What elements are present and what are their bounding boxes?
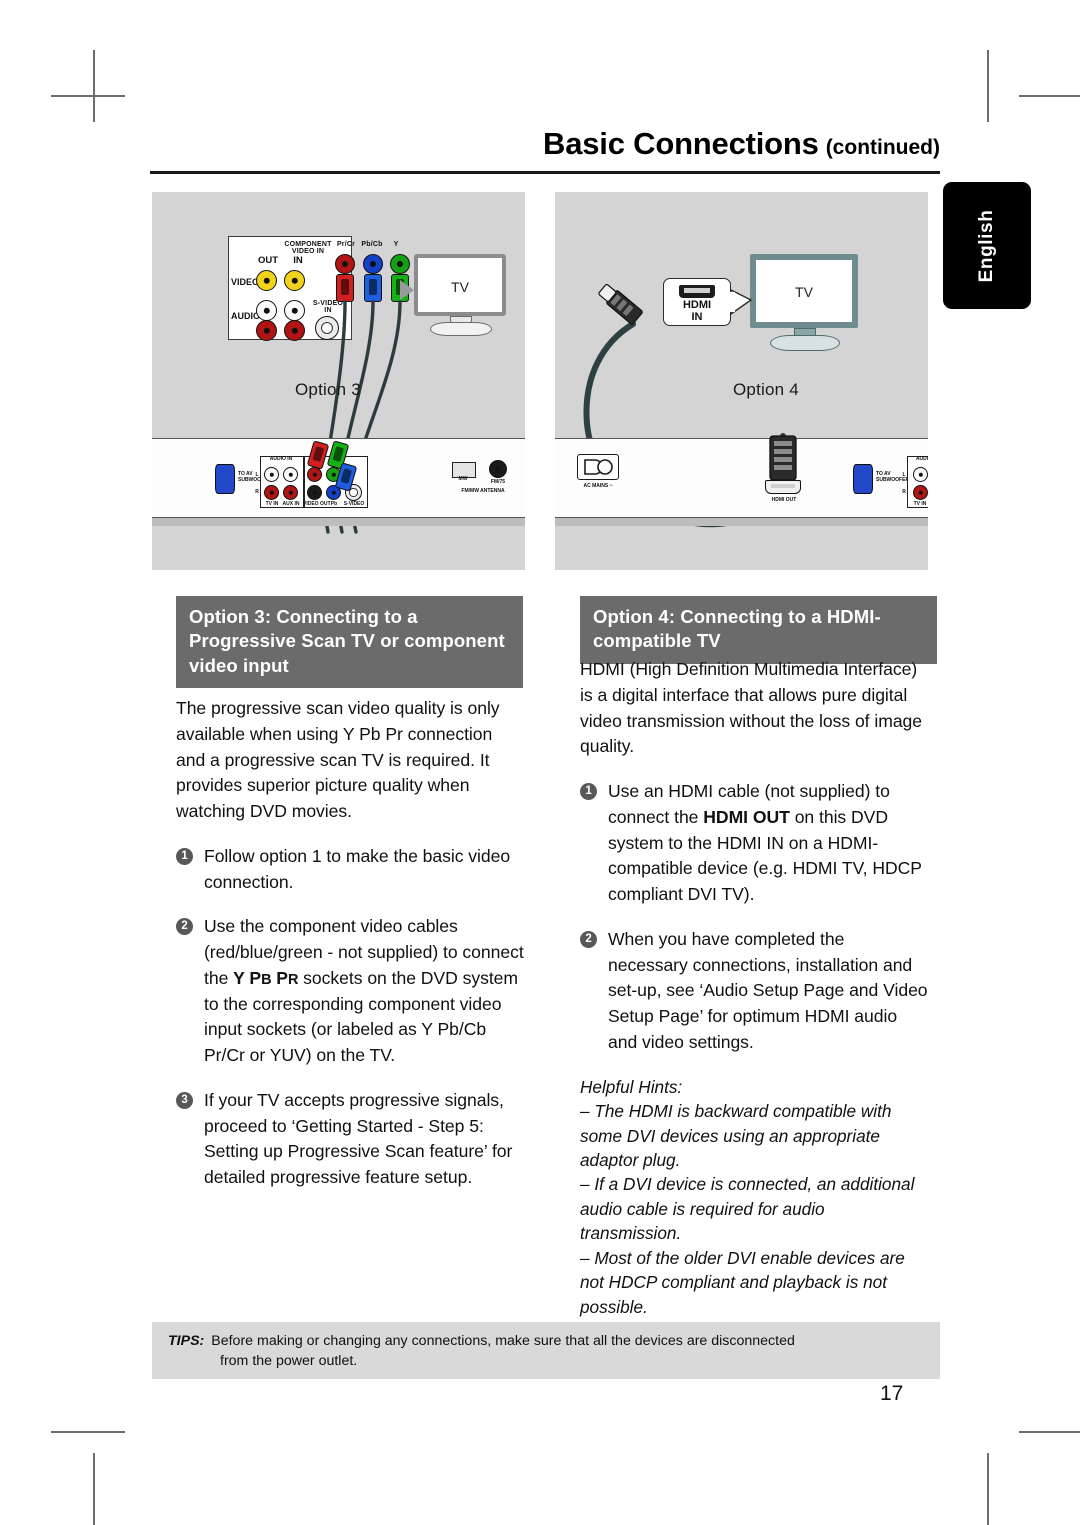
channel-r-label: R <box>255 489 259 495</box>
audio-right-right-jack <box>913 485 928 500</box>
s-video-out-label: S-VIDEO <box>343 501 365 507</box>
tips-content: TIPS: Before making or changing any conne… <box>168 1331 930 1372</box>
option4-heading: Option 4: Connecting to a HDMI-compatibl… <box>580 596 937 664</box>
diagram-option3: COMPONENT VIDEO IN Pr/Cr Pb/Cb Y OUT IN … <box>152 192 525 570</box>
mw-label: MW <box>458 476 468 482</box>
video-out-label-left: VIDEO OUT <box>303 501 331 507</box>
hdmi-out-bold: HDMI OUT <box>703 806 790 827</box>
audio-in-tv-left-jack <box>264 467 279 482</box>
fm-antenna-jack <box>489 460 507 478</box>
step-text: When you have completed the necessary co… <box>608 928 928 1052</box>
language-tab: English <box>943 182 1031 309</box>
page-header: Basic Connections (continued) <box>150 126 940 162</box>
audio-right-left-jack <box>913 467 928 482</box>
y-pb-pr-bold: Y PB PR <box>233 967 299 988</box>
tv-in-label-right: TV IN <box>913 501 927 507</box>
pb-out-label: Pb <box>330 501 338 507</box>
step-number: 3 <box>176 1091 193 1109</box>
tips-line-1: Before making or changing any connection… <box>211 1333 795 1349</box>
dvd-video-out-jack <box>307 485 322 500</box>
step-number: 1 <box>176 847 193 865</box>
antenna-label: FM/MW ANTENNA <box>461 488 505 494</box>
hdmi-plug-bottom <box>769 435 797 481</box>
step-number: 1 <box>580 783 597 801</box>
page-title-continued: (continued) <box>825 136 940 159</box>
crop-mark-bottom-right-horizontal <box>1019 1431 1080 1433</box>
audio-in-aux-right-jack <box>283 485 298 500</box>
tips-line-2: from the power outlet. <box>220 1353 358 1370</box>
audio-label-right: AUDIO <box>915 456 928 462</box>
fm-label: FM/75 <box>490 479 506 485</box>
crop-mark-bottom-left-vertical <box>93 1453 95 1525</box>
channel-r-label-right: R <box>902 489 906 495</box>
hint-item-3: – Most of the older DVI enable devices a… <box>580 1247 905 1317</box>
step-text: If your TV accepts progressive signals, … <box>204 1089 513 1188</box>
hint-item-2: – If a DVI device is connected, an addit… <box>580 1174 915 1244</box>
page-title: Basic Connections <box>543 126 819 161</box>
dvd-component-pr-jack <box>307 467 322 482</box>
tv-in-label-left: TV IN <box>265 501 279 507</box>
option3-heading: Option 3: Connecting to a Progressive Sc… <box>176 596 523 689</box>
option4-step-2: 2 When you have completed the necessary … <box>580 927 928 1056</box>
aux-in-label-left: AUX IN <box>282 501 300 507</box>
page-number: 17 <box>880 1382 904 1405</box>
channel-l-label: L <box>255 472 259 478</box>
crop-mark-bottom-left-horizontal <box>51 1431 125 1433</box>
audio-in-label: AUDIO IN <box>269 456 293 462</box>
crop-mark-bottom-right-vertical <box>987 1453 989 1525</box>
hint-item-1: – The HDMI is backward compatible with s… <box>580 1101 892 1170</box>
option3-caption: Option 3 <box>295 380 361 399</box>
header-divider <box>150 171 940 174</box>
hints-title: Helpful Hints: <box>580 1076 683 1097</box>
step-number: 2 <box>176 918 193 936</box>
crop-mark-top-left-horizontal <box>51 95 125 97</box>
language-tab-label: English <box>976 209 997 282</box>
option3-body: The progressive scan video quality is on… <box>176 696 524 1210</box>
tips-box: TIPS: Before making or changing any conne… <box>152 1322 940 1379</box>
option3-intro: The progressive scan video quality is on… <box>176 698 500 822</box>
step-number: 2 <box>580 930 597 948</box>
subwoofer-connector-left <box>215 464 235 494</box>
audio-in-tv-right-jack <box>264 485 279 500</box>
channel-l-label-right: L <box>902 472 906 478</box>
option3-step-3: 3 If your TV accepts progressive signals… <box>176 1088 524 1191</box>
option3-step-1: 1 Follow option 1 to make the basic vide… <box>176 844 524 896</box>
option4-intro: HDMI (High Definition Multimedia Interfa… <box>580 659 923 757</box>
helpful-hints: Helpful Hints: – The HDMI is backward co… <box>580 1075 928 1319</box>
crop-mark-top-right-horizontal <box>1019 95 1080 97</box>
diagram-option4: TV HDMI IN Option 4 AC MAINS ~ HDMI OUT … <box>555 192 928 570</box>
step-text: Follow option 1 to make the basic video … <box>204 845 511 892</box>
option4-body: HDMI (High Definition Multimedia Interfa… <box>580 657 928 1319</box>
crop-mark-top-right-vertical <box>987 50 989 122</box>
option4-step-1: 1 Use an HDMI cable (not supplied) to con… <box>580 779 928 908</box>
subwoofer-connector-right <box>853 464 873 494</box>
audio-in-aux-left-jack <box>283 467 298 482</box>
tips-label: TIPS: <box>168 1333 205 1349</box>
crop-mark-top-left-vertical <box>93 50 95 122</box>
option3-step-2: 2 Use the component video cables (red/blu… <box>176 914 524 1069</box>
